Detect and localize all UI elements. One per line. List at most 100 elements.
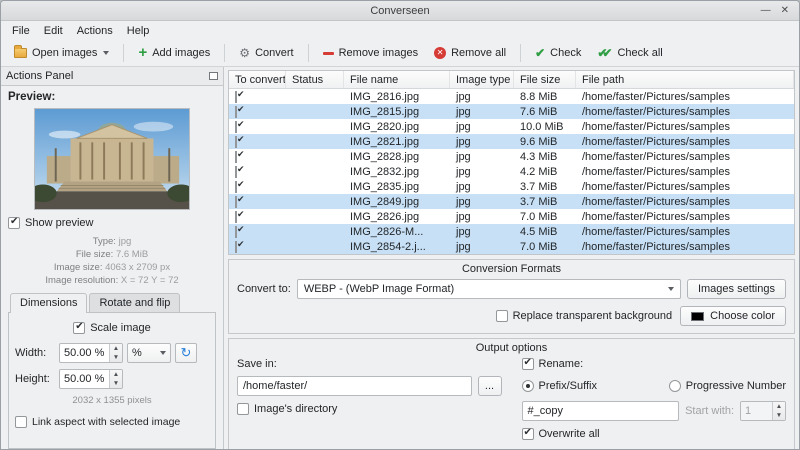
row-image-type: jpg (456, 210, 471, 223)
show-preview-label: Show preview (25, 217, 94, 229)
row-convert-checkbox[interactable] (229, 240, 286, 253)
toolbar: Open images + Add images ⚙ Convert Remov… (1, 40, 799, 67)
window-title: Converseen (370, 4, 430, 17)
rename-pattern-input[interactable]: #_copy (521, 401, 680, 421)
refresh-button[interactable]: ↻ (175, 343, 197, 363)
row-image-type: jpg (456, 195, 471, 208)
show-preview-checkbox[interactable]: Show preview (8, 216, 216, 229)
table-row[interactable]: IMG_2820.jpg jpg 10.0 MiB /home/faster/P… (229, 119, 794, 134)
choose-color-button[interactable]: Choose color (680, 306, 786, 326)
titlebar[interactable]: Converseen — ✕ (1, 1, 799, 21)
progressive-number-radio[interactable]: Progressive Number (668, 380, 786, 392)
checkbox-icon (235, 180, 237, 193)
col-file-name[interactable]: File name (344, 71, 450, 88)
table-row[interactable]: IMG_2826-M... jpg 4.5 MiB /home/faster/P… (229, 224, 794, 239)
format-dropdown[interactable]: WEBP - (WebP Image Format) (296, 279, 681, 299)
toolbar-separator (307, 44, 309, 62)
spinner-arrows-icon[interactable]: ▲ ▼ (109, 344, 122, 362)
checkbox-icon (235, 120, 237, 133)
row-image-type: jpg (456, 240, 471, 253)
menu-file[interactable]: File (5, 23, 37, 39)
close-button[interactable]: ✕ (781, 2, 789, 20)
table-row[interactable]: IMG_2815.jpg jpg 7.6 MiB /home/faster/Pi… (229, 104, 794, 119)
row-convert-checkbox[interactable] (229, 210, 286, 223)
images-settings-button[interactable]: Images settings (686, 279, 786, 299)
open-images-button[interactable]: Open images (7, 44, 116, 62)
height-spinner[interactable]: 50.00 % ▲ ▼ (59, 369, 123, 389)
file-table-header: To convert Status File name Image type F… (229, 71, 794, 89)
row-convert-checkbox[interactable] (229, 195, 286, 208)
link-aspect-checkbox[interactable]: Link aspect with selected image (15, 416, 209, 428)
tab-dimensions[interactable]: Dimensions (10, 293, 88, 313)
convert-button[interactable]: ⚙ Convert (232, 44, 300, 62)
menu-help[interactable]: Help (120, 23, 157, 39)
row-convert-checkbox[interactable] (229, 165, 286, 178)
color-swatch-icon (691, 311, 705, 321)
prefix-suffix-label: Prefix/Suffix (538, 380, 598, 392)
images-directory-checkbox[interactable]: Image's directory (237, 403, 502, 415)
start-with-label: Start with: (685, 405, 734, 417)
spinner-arrows-icon[interactable]: ▲ ▼ (772, 402, 785, 420)
format-value: WEBP - (WebP Image Format) (303, 283, 455, 295)
row-file-path: /home/faster/Pictures/samples (582, 225, 730, 238)
col-file-path[interactable]: File path (576, 71, 794, 88)
row-convert-checkbox[interactable] (229, 150, 286, 163)
row-file-size: 4.3 MiB (520, 150, 558, 163)
chevron-down-icon (667, 287, 674, 291)
preview-label: Preview: (8, 91, 56, 103)
col-to-convert[interactable]: To convert (229, 71, 286, 88)
height-label: Height: (15, 373, 50, 385)
table-row[interactable]: IMG_2821.jpg jpg 9.6 MiB /home/faster/Pi… (229, 134, 794, 149)
table-row[interactable]: IMG_2835.jpg jpg 3.7 MiB /home/faster/Pi… (229, 179, 794, 194)
table-row[interactable]: IMG_2849.jpg jpg 3.7 MiB /home/faster/Pi… (229, 194, 794, 209)
row-convert-checkbox[interactable] (229, 225, 286, 238)
table-row[interactable]: IMG_2826.jpg jpg 7.0 MiB /home/faster/Pi… (229, 209, 794, 224)
row-convert-checkbox[interactable] (229, 90, 286, 103)
replace-transparent-checkbox[interactable]: Replace transparent background (495, 310, 672, 322)
check-all-button[interactable]: ✔✔ Check all (590, 44, 669, 62)
row-file-name: IMG_2828.jpg (350, 150, 420, 163)
remove-all-button[interactable]: ✕ Remove all (427, 44, 513, 62)
table-row[interactable]: IMG_2816.jpg jpg 8.8 MiB /home/faster/Pi… (229, 89, 794, 104)
row-file-path: /home/faster/Pictures/samples (582, 210, 730, 223)
info-resolution-label: Image resolution: (45, 275, 119, 286)
prefix-suffix-radio[interactable]: Prefix/Suffix (521, 380, 598, 392)
row-file-name: IMG_2815.jpg (350, 105, 420, 118)
col-status[interactable]: Status (286, 71, 344, 88)
check-icon: ✔ (535, 46, 546, 60)
menu-actions[interactable]: Actions (70, 23, 120, 39)
scale-image-checkbox[interactable]: Scale image (73, 321, 151, 334)
row-convert-checkbox[interactable] (229, 120, 286, 133)
rename-checkbox[interactable]: Rename: (521, 357, 787, 370)
float-panel-button[interactable] (209, 72, 218, 80)
check-button[interactable]: ✔ Check (528, 44, 588, 62)
col-image-type[interactable]: Image type (450, 71, 514, 88)
row-file-size: 9.6 MiB (520, 135, 558, 148)
unit-dropdown[interactable]: % (127, 343, 171, 363)
save-path-input[interactable]: /home/faster/ (237, 376, 472, 396)
browse-button[interactable]: ... (477, 376, 502, 396)
row-convert-checkbox[interactable] (229, 135, 286, 148)
choose-color-label: Choose color (710, 310, 775, 322)
row-convert-checkbox[interactable] (229, 105, 286, 118)
start-with-spinner[interactable]: 1 ▲ ▼ (740, 401, 786, 421)
save-in-label: Save in: (237, 358, 277, 370)
row-file-name: IMG_2854-2.j... (350, 240, 426, 253)
row-file-size: 7.0 MiB (520, 210, 558, 223)
add-images-button[interactable]: + Add images (131, 44, 217, 62)
spinner-arrows-icon[interactable]: ▲ ▼ (109, 370, 122, 388)
width-spinner[interactable]: 50.00 % ▲ ▼ (59, 343, 123, 363)
open-images-label: Open images (32, 47, 98, 59)
menu-edit[interactable]: Edit (37, 23, 70, 39)
row-convert-checkbox[interactable] (229, 180, 286, 193)
row-file-path: /home/faster/Pictures/samples (582, 150, 730, 163)
tab-rotate-flip[interactable]: Rotate and flip (89, 293, 181, 312)
remove-images-button[interactable]: Remove images (316, 44, 425, 62)
overwrite-all-checkbox[interactable]: Overwrite all (521, 427, 787, 440)
table-row[interactable]: IMG_2854-2.j... jpg 7.0 MiB /home/faster… (229, 239, 794, 254)
table-row[interactable]: IMG_2828.jpg jpg 4.3 MiB /home/faster/Pi… (229, 149, 794, 164)
checkbox-icon (521, 427, 534, 440)
table-row[interactable]: IMG_2832.jpg jpg 4.2 MiB /home/faster/Pi… (229, 164, 794, 179)
minimize-button[interactable]: — (761, 2, 771, 20)
col-file-size[interactable]: File size (514, 71, 576, 88)
